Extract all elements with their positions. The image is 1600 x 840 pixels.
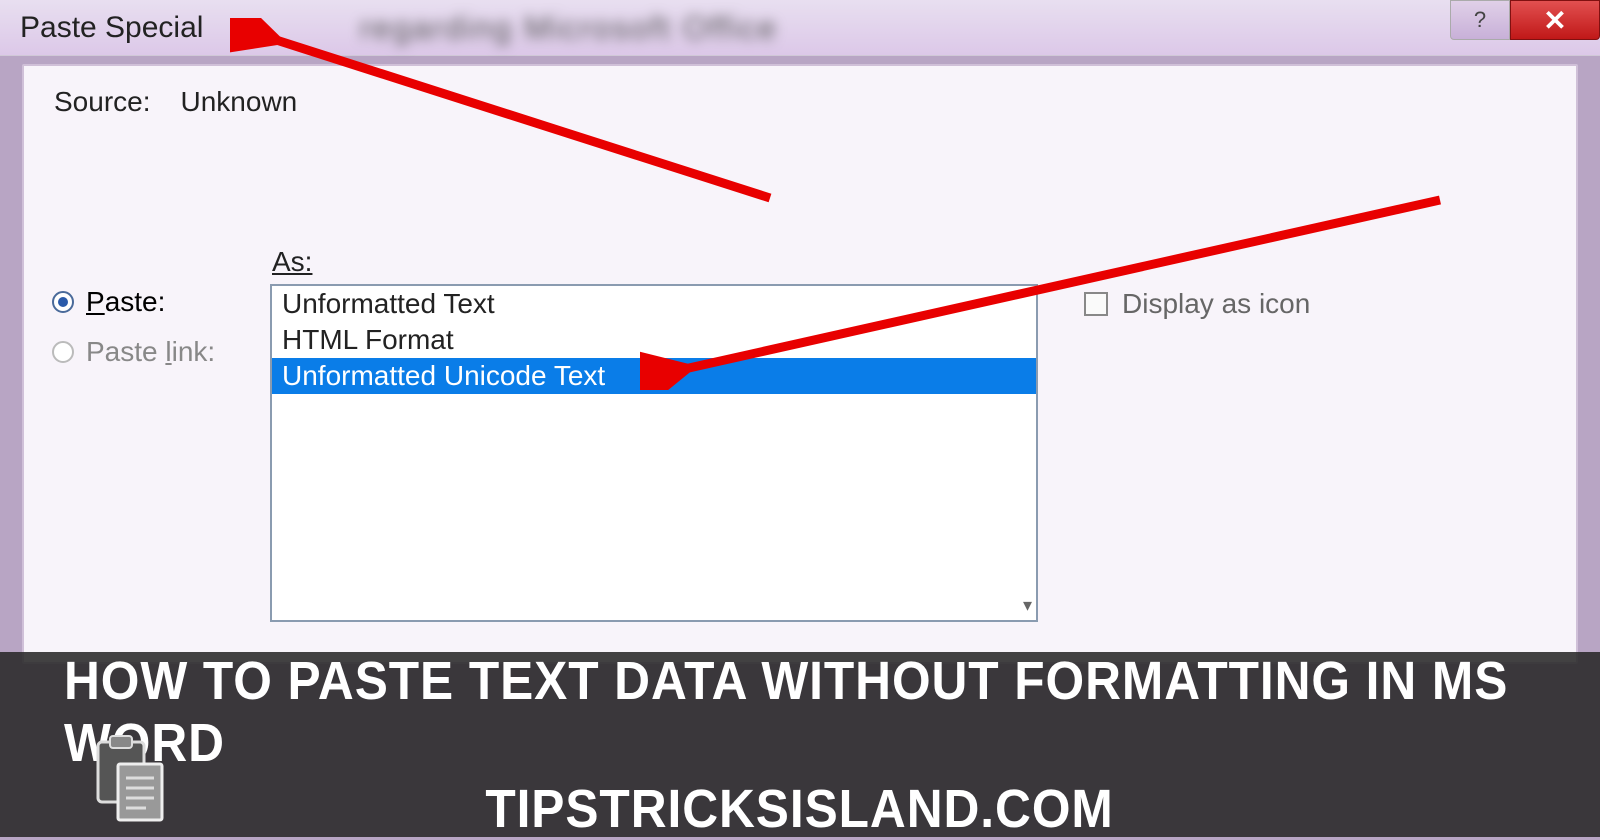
radio-paste-link-label: Paste link:: [86, 336, 215, 368]
help-button[interactable]: ?: [1450, 0, 1510, 40]
close-button[interactable]: ✕: [1510, 0, 1600, 40]
dialog-titlebar: Paste Special regarding Microsoft Office…: [0, 0, 1600, 56]
display-as-icon-checkbox[interactable]: Display as icon: [1084, 288, 1310, 320]
radio-icon: [52, 291, 74, 313]
banner-headline: HOW TO PASTE TEXT DATA WITHOUT FORMATTIN…: [64, 650, 1536, 774]
scroll-down-icon[interactable]: ▾: [1023, 595, 1032, 616]
source-label: Source:: [54, 86, 151, 118]
overlay-banner: HOW TO PASTE TEXT DATA WITHOUT FORMATTIN…: [0, 652, 1600, 837]
list-item[interactable]: Unformatted Text: [272, 286, 1036, 322]
clipboard-icon: [90, 734, 170, 829]
format-listbox[interactable]: Unformatted Text HTML Format Unformatted…: [270, 284, 1038, 622]
radio-paste-link: Paste link:: [52, 336, 215, 368]
list-item[interactable]: HTML Format: [272, 322, 1036, 358]
source-row: Source: Unknown: [54, 86, 1546, 118]
display-as-icon-label: Display as icon: [1122, 288, 1310, 320]
banner-website: TIPSTRICKSISLAND.COM: [486, 778, 1114, 840]
help-icon: ?: [1474, 7, 1486, 33]
radio-group: Paste: Paste link:: [52, 286, 215, 386]
source-value: Unknown: [181, 86, 298, 118]
close-icon: ✕: [1543, 4, 1566, 37]
radio-paste-label: Paste:: [86, 286, 165, 318]
checkbox-icon: [1084, 292, 1108, 316]
dialog-title: Paste Special: [20, 11, 203, 45]
background-blur-text: regarding Microsoft Office: [360, 10, 778, 47]
list-item[interactable]: Unformatted Unicode Text: [272, 358, 1036, 394]
radio-paste[interactable]: Paste:: [52, 286, 215, 318]
as-label: As:: [272, 246, 312, 278]
dialog-body: Source: Unknown As: Paste: Paste link: U…: [22, 64, 1578, 664]
radio-icon: [52, 341, 74, 363]
